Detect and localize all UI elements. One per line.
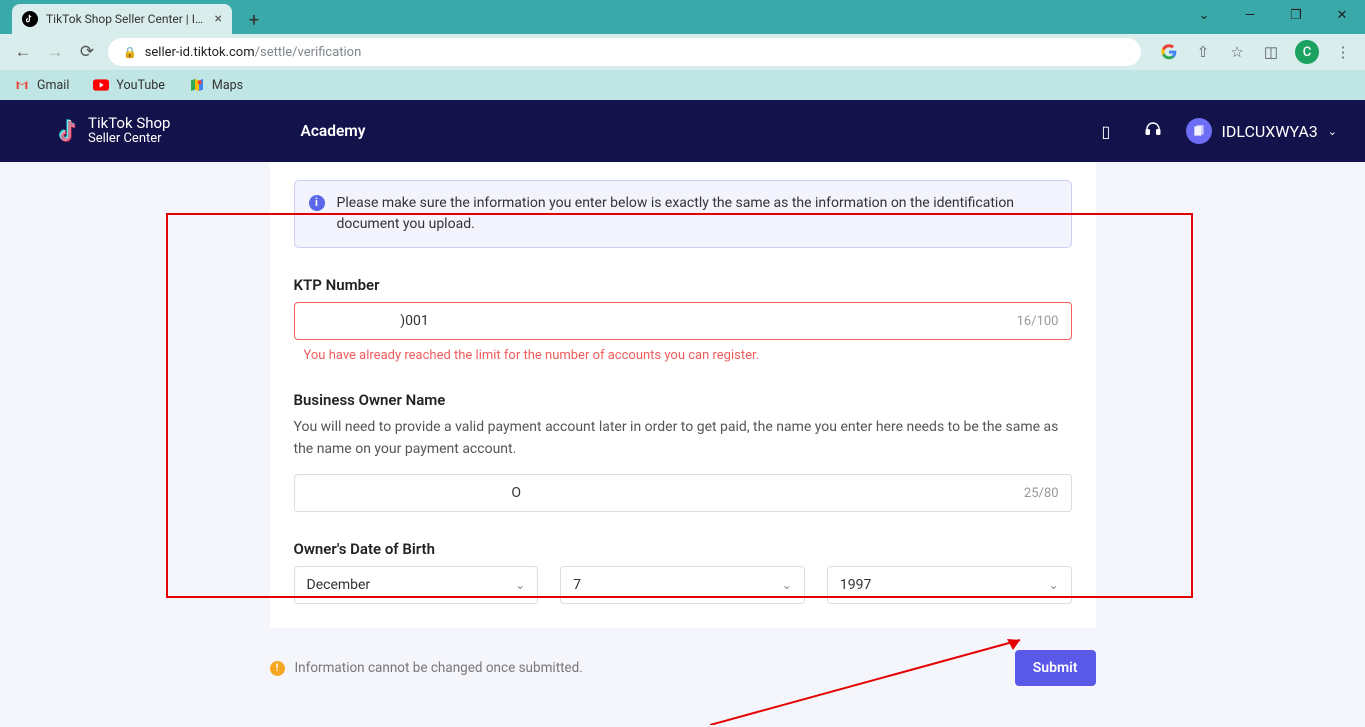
tiktok-header: TikTok Shop Seller Center Academy ▯ IDLC… <box>0 100 1365 162</box>
submit-button[interactable]: Submit <box>1015 650 1096 686</box>
owner-name-label: Business Owner Name <box>294 391 1072 409</box>
mobile-icon[interactable]: ▯ <box>1102 122 1122 141</box>
logo-text-light: Shop <box>133 114 171 132</box>
owner-name-input-wrap[interactable]: 25/80 <box>294 474 1072 512</box>
footer-warning-text: Information cannot be changed once submi… <box>295 660 583 676</box>
logo-subtext: Seller Center <box>88 132 170 146</box>
bookmark-gmail[interactable]: Gmail <box>14 77 69 93</box>
ktp-input-wrap[interactable]: 16/100 <box>294 302 1072 340</box>
tiktok-note-icon <box>58 118 80 144</box>
dob-month-select[interactable]: December ⌄ <box>294 566 539 604</box>
browser-tab[interactable]: TikTok Shop Seller Center | Indon × <box>12 4 232 34</box>
tab-close-icon[interactable]: × <box>215 11 222 27</box>
owner-name-help: You will need to provide a valid payment… <box>294 417 1072 460</box>
user-avatar <box>1186 118 1212 144</box>
ktp-input[interactable] <box>307 313 1017 329</box>
info-icon: i <box>309 195 325 211</box>
url-domain: seller-id.tiktok.com <box>145 45 255 60</box>
headset-support-icon[interactable] <box>1144 120 1164 142</box>
close-window-button[interactable]: ✕ <box>1319 0 1365 30</box>
bookmark-star-icon[interactable]: ☆ <box>1227 42 1247 62</box>
dob-month-value: December <box>307 577 371 593</box>
new-tab-button[interactable]: + <box>240 6 268 34</box>
bookmark-label: Maps <box>212 78 243 93</box>
bookmark-maps[interactable]: Maps <box>189 77 243 93</box>
owner-name-input[interactable] <box>307 485 1024 501</box>
ktp-error-message: You have already reached the limit for t… <box>294 348 1072 363</box>
warning-icon: ! <box>270 661 285 676</box>
back-button[interactable]: ← <box>12 41 34 63</box>
chevron-down-icon: ⌄ <box>1328 125 1337 138</box>
user-menu[interactable]: IDLCUXWYA3 ⌄ <box>1186 118 1338 144</box>
share-icon[interactable]: ⇧ <box>1193 42 1213 62</box>
reload-button[interactable]: ⟳ <box>76 41 98 63</box>
minimize-button[interactable]: — <box>1227 0 1273 30</box>
url-path: /settle/verification <box>255 45 362 60</box>
dob-year-value: 1997 <box>840 577 871 593</box>
footer-row: ! Information cannot be changed once sub… <box>270 650 1096 686</box>
bookmark-label: Gmail <box>37 78 69 93</box>
url-box[interactable]: 🔒 seller-id.tiktok.com/settle/verificati… <box>108 38 1141 66</box>
info-notice: i Please make sure the information you e… <box>294 180 1072 248</box>
gmail-icon <box>14 77 30 93</box>
dob-label: Owner's Date of Birth <box>294 540 1072 558</box>
tiktok-shop-logo[interactable]: TikTok Shop Seller Center <box>58 116 170 145</box>
bookmark-label: YouTube <box>116 78 165 93</box>
tiktok-favicon <box>22 11 38 27</box>
logo-text-bold: TikTok <box>88 114 133 132</box>
page-content: TikTok Shop Seller Center Academy ▯ IDLC… <box>0 100 1365 727</box>
maps-icon <box>189 77 205 93</box>
verification-form-panel: i Please make sure the information you e… <box>270 162 1096 628</box>
info-text: Please make sure the information you ent… <box>337 193 1057 235</box>
forward-button[interactable]: → <box>44 41 66 63</box>
youtube-icon <box>93 77 109 93</box>
nav-academy[interactable]: Academy <box>300 122 365 140</box>
dob-year-select[interactable]: 1997 ⌄ <box>827 566 1072 604</box>
chevron-down-icon: ⌄ <box>782 578 792 592</box>
lock-icon: 🔒 <box>123 46 137 59</box>
dob-day-select[interactable]: 7 ⌄ <box>560 566 805 604</box>
username: IDLCUXWYA3 <box>1222 122 1318 141</box>
chevron-down-icon: ⌄ <box>515 578 525 592</box>
dob-day-value: 7 <box>573 577 581 593</box>
ktp-label: KTP Number <box>294 276 1072 294</box>
tab-search-icon[interactable]: ⌄ <box>1181 0 1227 30</box>
window-controls: ⌄ — ❐ ✕ <box>1181 0 1365 30</box>
chrome-profile-button[interactable]: C <box>1295 40 1319 64</box>
chrome-menu-icon[interactable]: ⋮ <box>1333 42 1353 62</box>
google-icon[interactable] <box>1159 42 1179 62</box>
browser-titlebar: TikTok Shop Seller Center | Indon × + ⌄ … <box>0 0 1365 34</box>
owner-name-char-count: 25/80 <box>1024 486 1059 501</box>
tab-title: TikTok Shop Seller Center | Indon <box>46 12 207 26</box>
bookmarks-bar: Gmail YouTube Maps <box>0 70 1365 100</box>
side-panel-icon[interactable]: ◫ <box>1261 42 1281 62</box>
address-bar: ← → ⟳ 🔒 seller-id.tiktok.com/settle/veri… <box>0 34 1365 70</box>
chevron-down-icon: ⌄ <box>1048 578 1058 592</box>
maximize-button[interactable]: ❐ <box>1273 0 1319 30</box>
ktp-char-count: 16/100 <box>1017 314 1059 329</box>
bookmark-youtube[interactable]: YouTube <box>93 77 165 93</box>
